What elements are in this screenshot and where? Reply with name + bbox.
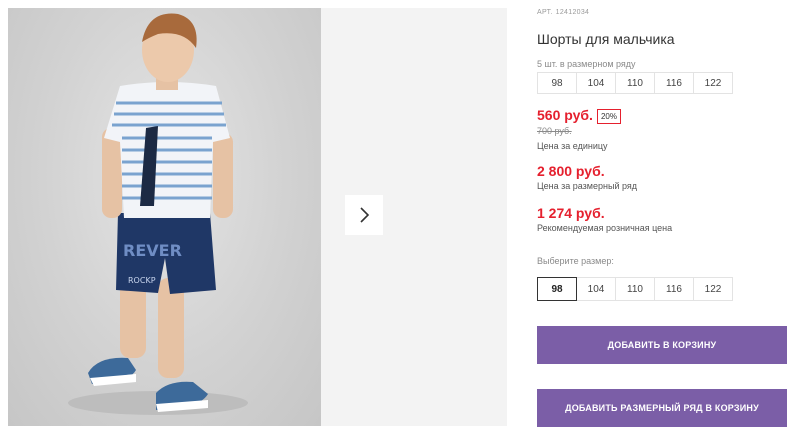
size-series-item: 104: [576, 72, 616, 94]
product-title: Шорты для мальчика: [537, 31, 675, 47]
size-series-item: 122: [693, 72, 733, 94]
article-label: АРТ.: [537, 9, 553, 16]
gallery-next-button[interactable]: [345, 195, 383, 235]
add-to-cart-button[interactable]: Добавить в корзину: [537, 326, 787, 364]
size-option[interactable]: 116: [654, 277, 694, 301]
size-series-list: 98 104 110 116 122: [537, 72, 733, 94]
size-row-price: 2 800 руб.: [537, 163, 605, 179]
choose-size-label: Выберите размер:: [537, 256, 614, 266]
size-series-item: 110: [615, 72, 655, 94]
unit-price-caption: Цена за единицу: [537, 141, 608, 151]
article-value: 12412034: [555, 9, 590, 16]
old-price: 700 руб.: [537, 126, 572, 136]
size-series-label: 5 шт. в размерном ряду: [537, 59, 636, 69]
discount-badge: 20%: [597, 109, 621, 124]
chevron-right-icon: [360, 207, 370, 223]
size-series-item: 116: [654, 72, 694, 94]
article-number: АРТ. 12412034: [537, 9, 589, 16]
add-size-row-to-cart-button[interactable]: Добавить размерный ряд в корзину: [537, 389, 787, 427]
unit-price: 560 руб.: [537, 107, 593, 123]
size-option-selected[interactable]: 98: [537, 277, 577, 301]
product-info-panel: АРТ. 12412034 Шорты для мальчика 5 шт. в …: [537, 0, 792, 434]
recommended-retail-price-caption: Рекомендуемая розничная цена: [537, 223, 673, 233]
size-selector: 98 104 110 116 122: [537, 277, 733, 301]
size-option[interactable]: 122: [693, 277, 733, 301]
recommended-retail-price: 1 274 руб.: [537, 205, 605, 221]
size-option[interactable]: 104: [576, 277, 616, 301]
size-series-item: 98: [537, 72, 577, 94]
svg-text:ROCKP: ROCKP: [128, 276, 156, 285]
boy-in-shorts-illustration: REVER ROCKP: [68, 13, 248, 415]
size-row-price-caption: Цена за размерный ряд: [537, 181, 638, 191]
svg-text:REVER: REVER: [123, 241, 182, 260]
size-option[interactable]: 110: [615, 277, 655, 301]
product-photo: REVER ROCKP: [8, 8, 321, 426]
